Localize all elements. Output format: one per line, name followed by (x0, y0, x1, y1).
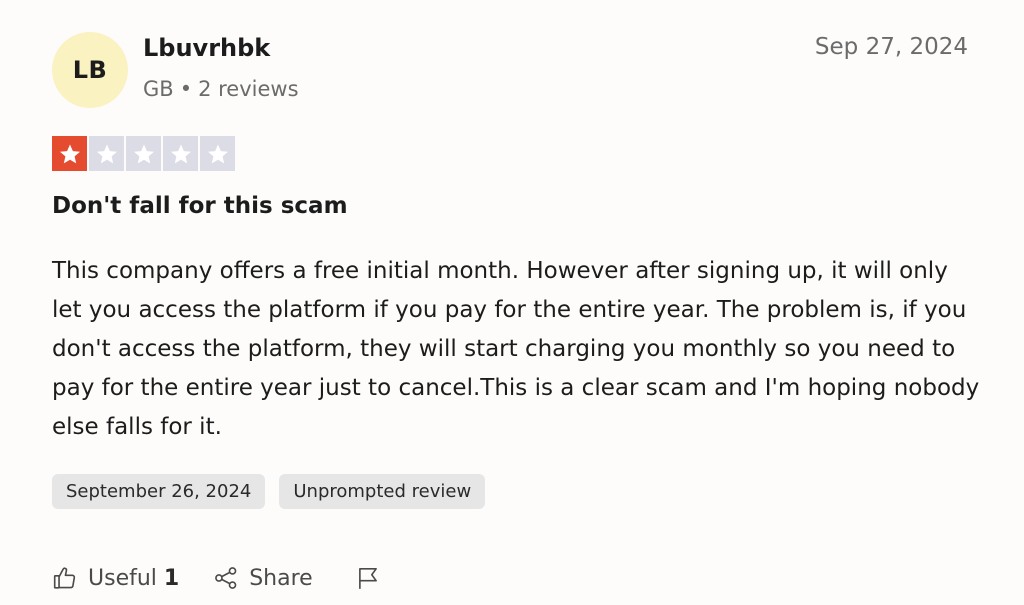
experience-date-badge: September 26, 2024 (52, 474, 266, 509)
reviewer-name[interactable]: Lbuvrhbk (143, 34, 270, 62)
review-body: This company offers a free initial month… (52, 258, 980, 440)
reviewer-meta: GB • 2 reviews (143, 77, 299, 101)
useful-label: Useful (88, 565, 157, 591)
star-icon (52, 136, 87, 171)
star-icon (200, 136, 235, 171)
useful-button[interactable]: Useful 1 (52, 565, 179, 591)
star-icon (163, 136, 198, 171)
share-button[interactable]: Share (213, 565, 313, 591)
share-label: Share (249, 565, 313, 591)
share-icon (215, 567, 237, 589)
avatar[interactable]: LB (52, 32, 128, 108)
review-actions: Useful 1 Share (52, 560, 381, 596)
star-icon (126, 136, 161, 171)
star-rating (52, 136, 235, 171)
reviewer-review-count: 2 reviews (198, 77, 299, 101)
review-type-badge[interactable]: Unprompted review (279, 474, 486, 509)
flag-icon (358, 567, 377, 589)
reviewer-country: GB (143, 77, 174, 101)
review-title[interactable]: Don't fall for this scam (52, 193, 348, 219)
meta-separator: • (179, 77, 193, 101)
star-icon (89, 136, 124, 171)
review-tags: September 26, 2024 Unprompted review (52, 474, 486, 509)
thumbs-up-icon (53, 567, 76, 589)
avatar-initials: LB (72, 56, 108, 84)
useful-count: 1 (163, 565, 180, 591)
review-card: LB Lbuvrhbk GB • 2 reviews Sep 27, 2024 … (0, 0, 1024, 605)
report-button[interactable] (355, 565, 381, 591)
review-posted-date: Sep 27, 2024 (814, 34, 968, 60)
